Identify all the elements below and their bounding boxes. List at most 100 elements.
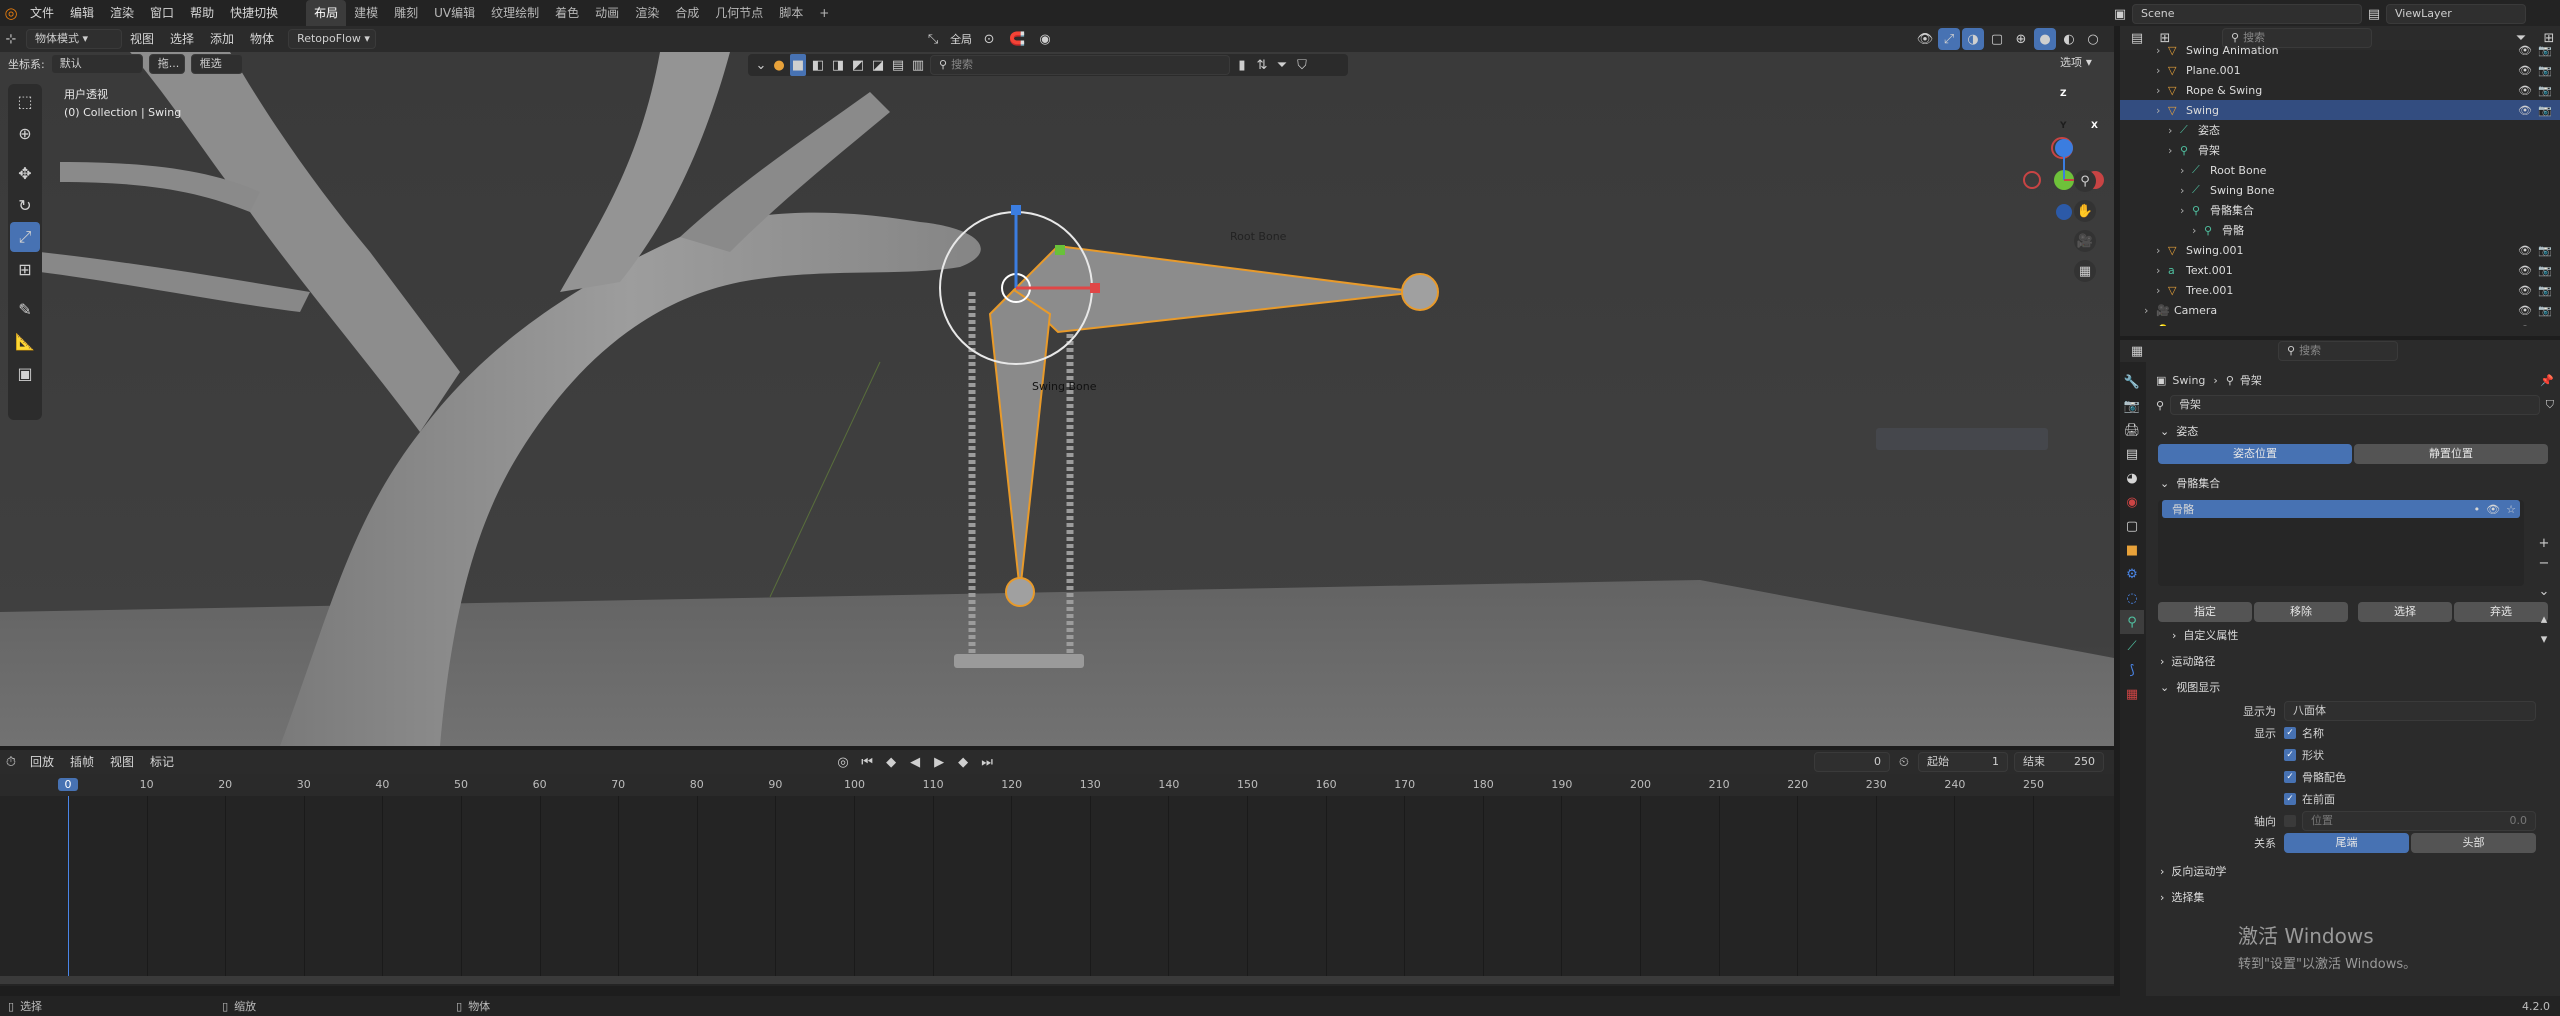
outliner-row[interactable]: › ▽ Plane.001 👁 📷 xyxy=(2120,60,2560,80)
expand-chevron-icon[interactable]: › xyxy=(2180,204,2192,217)
outliner-row[interactable]: › ⚲ 骨架 xyxy=(2120,140,2560,160)
menu-window[interactable]: 窗口 xyxy=(142,0,182,26)
outliner-row[interactable]: › ▽ Tree.001 👁 📷 xyxy=(2120,280,2560,300)
workspace-tab-layout[interactable]: 布局 xyxy=(306,0,347,26)
timeline-ruler[interactable]: 0 10 20 30 40 50 60 70 80 90 100 110 120 130 140 150 160… xyxy=(0,774,2114,796)
add-collection-icon[interactable]: + xyxy=(2534,534,2554,552)
clock-icon[interactable]: ⏲ xyxy=(1896,751,1912,773)
prev-keyframe-icon[interactable]: ◆ xyxy=(880,751,902,773)
current-frame-field[interactable]: 0 xyxy=(1814,752,1890,772)
collection-eye-icon[interactable]: 👁 xyxy=(2486,503,2500,516)
perspective-grid-icon[interactable]: ▦ xyxy=(2074,260,2096,282)
xray-icon[interactable]: ▢ xyxy=(1986,28,2008,50)
expand-chevron-icon[interactable]: › xyxy=(2156,44,2168,57)
viewport-menu-add[interactable]: 添加 xyxy=(202,26,242,52)
pivot-icon[interactable]: ⊙ xyxy=(978,28,1000,50)
move-up-icon[interactable]: ▴ xyxy=(2534,610,2554,628)
3d-viewport[interactable]: Z Y X ⚲ ✋ 🎥 ▦ 用户透视 (0) Collection | Swin… xyxy=(0,52,2114,746)
collection-tab-icon[interactable]: ▢ xyxy=(2120,514,2144,538)
snap-icon[interactable]: 🧲 xyxy=(1006,28,1028,50)
modifier-tab-icon[interactable]: ⚙ xyxy=(2120,562,2144,586)
filter-icon-a[interactable]: ◧ xyxy=(810,54,826,76)
constraint-tab-icon[interactable]: ⟆ xyxy=(2120,658,2144,682)
measure-tool[interactable]: 📐 xyxy=(10,326,40,356)
outliner-row[interactable]: › ▽ Swing 👁 📷 xyxy=(2120,100,2560,120)
filter-icon-f[interactable]: ▥ xyxy=(910,54,926,76)
workspace-tab-shading[interactable]: 着色 xyxy=(547,0,587,26)
editor-type-icon[interactable]: ⊹ xyxy=(0,28,22,50)
pan-hand-icon[interactable]: ✋ xyxy=(2074,200,2096,222)
workspace-tab-texture-paint[interactable]: 纹理绘制 xyxy=(483,0,547,26)
visibility-eye-icon[interactable]: 👁 xyxy=(2518,264,2532,277)
bone-tab-icon[interactable]: ⟋ xyxy=(2120,634,2144,658)
bone-collection-list[interactable]: 骨骼 • 👁 ☆ xyxy=(2158,500,2524,586)
expand-chevron-icon[interactable]: › xyxy=(2156,64,2168,77)
bone-collections-section-header[interactable]: ⌄ 骨骼集合 xyxy=(2150,470,2554,496)
workspace-tab-rendering[interactable]: 渲染 xyxy=(627,0,667,26)
collection-menu-icon[interactable]: ⌄ xyxy=(2534,582,2554,600)
visibility-eye-icon[interactable]: 👁 xyxy=(2518,284,2532,297)
filter-icon-e[interactable]: ▤ xyxy=(890,54,906,76)
select-box-tool[interactable]: ⬚ xyxy=(10,86,40,116)
expand-chevron-icon[interactable]: › xyxy=(2156,264,2168,277)
properties-search-field[interactable]: ⚲ 搜索 xyxy=(2278,341,2398,361)
properties-editor-icon[interactable]: ▦ xyxy=(2126,340,2148,362)
pin-icon[interactable]: 📌 xyxy=(2540,374,2554,387)
add-workspace-button[interactable]: + xyxy=(811,0,837,26)
workspace-tab-compositing[interactable]: 合成 xyxy=(667,0,707,26)
bookmark-icon[interactable]: ▮ xyxy=(1234,54,1250,76)
outliner-row[interactable]: › ⚲ 骨骼集合 xyxy=(2120,200,2560,220)
visibility-eye-icon[interactable]: 👁 xyxy=(2518,104,2532,117)
play-reverse-icon[interactable]: ◀ xyxy=(904,751,926,773)
end-frame-field[interactable]: 结束 250 xyxy=(2014,752,2104,772)
outliner-row[interactable]: › ▽ Swing.001 👁 📷 xyxy=(2120,240,2560,260)
gizmo-icon[interactable]: ⤢ xyxy=(1938,28,1960,50)
move-down-icon[interactable]: ▾ xyxy=(2534,630,2554,648)
filter-icon-d[interactable]: ◪ xyxy=(870,54,886,76)
outliner-row[interactable]: ›💡Light 👁 📷 xyxy=(2120,320,2560,327)
select-button[interactable]: 选择 xyxy=(2358,602,2452,622)
scene-field[interactable]: Scene xyxy=(2132,4,2362,24)
texture-tab-icon[interactable]: ▦ xyxy=(2120,682,2144,706)
jump-start-icon[interactable]: ⏮ xyxy=(856,751,878,773)
physics-tab-icon[interactable]: ◌ xyxy=(2120,586,2144,610)
visibility-eye-icon[interactable]: 👁 xyxy=(2518,44,2532,57)
zoom-icon[interactable]: ⚲ xyxy=(2074,170,2096,192)
expand-chevron-icon[interactable]: › xyxy=(2192,224,2204,237)
menu-file[interactable]: 文件 xyxy=(22,0,62,26)
workspace-tab-geometry-nodes[interactable]: 几何节点 xyxy=(707,0,771,26)
play-icon[interactable]: ▶ xyxy=(928,751,950,773)
fake-user-shield-icon[interactable]: ⛉ xyxy=(2546,398,2554,412)
expand-chevron-icon[interactable]: › xyxy=(2156,284,2168,297)
armature-data-tab-icon[interactable]: ⚲ xyxy=(2120,610,2144,634)
axes-checkbox[interactable] xyxy=(2284,815,2296,827)
record-icon[interactable]: ◎ xyxy=(832,751,854,773)
mode-select-icon[interactable]: ■ xyxy=(790,54,806,76)
next-keyframe-icon[interactable]: ◆ xyxy=(952,751,974,773)
view-layer-field[interactable]: ViewLayer xyxy=(2386,4,2526,24)
mode-dropdown[interactable]: 物体模式 ▾ xyxy=(26,29,122,49)
jump-end-icon[interactable]: ⏭ xyxy=(976,751,998,773)
axes-position-field[interactable]: 位置 0.0 xyxy=(2302,811,2536,831)
collapse-chevron-icon[interactable]: ⌄ xyxy=(754,54,768,76)
shading-wireframe-icon[interactable]: ⊕ xyxy=(2010,28,2032,50)
rotate-tool[interactable]: ↻ xyxy=(10,190,40,220)
outliner-row[interactable]: › ⚲ 骨骼 xyxy=(2120,220,2560,240)
transform-orientation-icon[interactable]: ⤡ xyxy=(922,28,944,50)
menu-render[interactable]: 渲染 xyxy=(102,0,142,26)
expand-chevron-icon[interactable]: › xyxy=(2144,324,2156,327)
output-tab-icon[interactable]: 🖨 xyxy=(2120,418,2144,442)
timeline-area[interactable] xyxy=(0,796,2114,986)
outliner-row[interactable]: › ⟋ Root Bone xyxy=(2120,160,2560,180)
render-tab-icon[interactable]: 📷 xyxy=(2120,394,2144,418)
show-shapes-checkbox[interactable]: ✓ xyxy=(2284,749,2296,761)
render-camera-icon[interactable]: 📷 xyxy=(2538,64,2552,77)
scale-tool[interactable]: ⤢ xyxy=(10,222,40,252)
menu-quick-switch[interactable]: 快捷切换 xyxy=(222,0,286,26)
visibility-eye-icon[interactable]: 👁 xyxy=(2518,324,2532,327)
expand-chevron-icon[interactable]: › xyxy=(2156,244,2168,257)
visibility-eye-icon[interactable]: 👁 xyxy=(2518,244,2532,257)
expand-chevron-icon[interactable]: › xyxy=(2168,124,2180,137)
viewport-menu-select[interactable]: 选择 xyxy=(162,26,202,52)
select-mode-dropdown[interactable]: 框选 xyxy=(190,54,243,74)
